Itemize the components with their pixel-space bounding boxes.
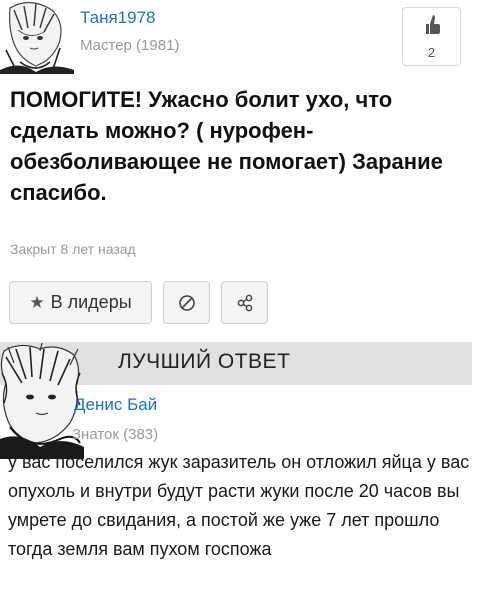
share-icon	[237, 294, 252, 311]
best-answer-heading: ЛУЧШИЙ ОТВЕТ	[118, 350, 291, 373]
thumbs-up-icon	[426, 15, 440, 34]
question-author-avatar[interactable]	[0, 0, 74, 74]
question-closed-meta: Закрыт 8 лет назад	[10, 241, 136, 257]
report-button[interactable]	[163, 281, 210, 324]
like-button[interactable]: 2	[402, 7, 461, 66]
to-leaders-button[interactable]: ★ В лидеры	[9, 281, 152, 324]
share-button[interactable]	[221, 281, 268, 324]
to-leaders-label: В лидеры	[50, 292, 132, 312]
question-author-rank: Мастер (1981)	[80, 37, 180, 54]
answer-author-name[interactable]: Денис Бай	[74, 395, 157, 415]
question-title: ПОМОГИТЕ! Ужасно болит ухо, что сделать …	[10, 87, 443, 205]
best-answer-text: у вас поселился жук заразитель он отложи…	[8, 452, 470, 559]
block-icon	[178, 294, 195, 311]
question-author-name[interactable]: Таня1978	[80, 8, 156, 28]
like-count: 2	[427, 45, 436, 60]
answer-author-rank: Знаток (383)	[72, 426, 159, 443]
star-icon: ★	[29, 292, 45, 312]
answer-page: Таня1978 Мастер (1981) 2 ПОМОГИТЕ! Ужасн…	[0, 0, 480, 602]
